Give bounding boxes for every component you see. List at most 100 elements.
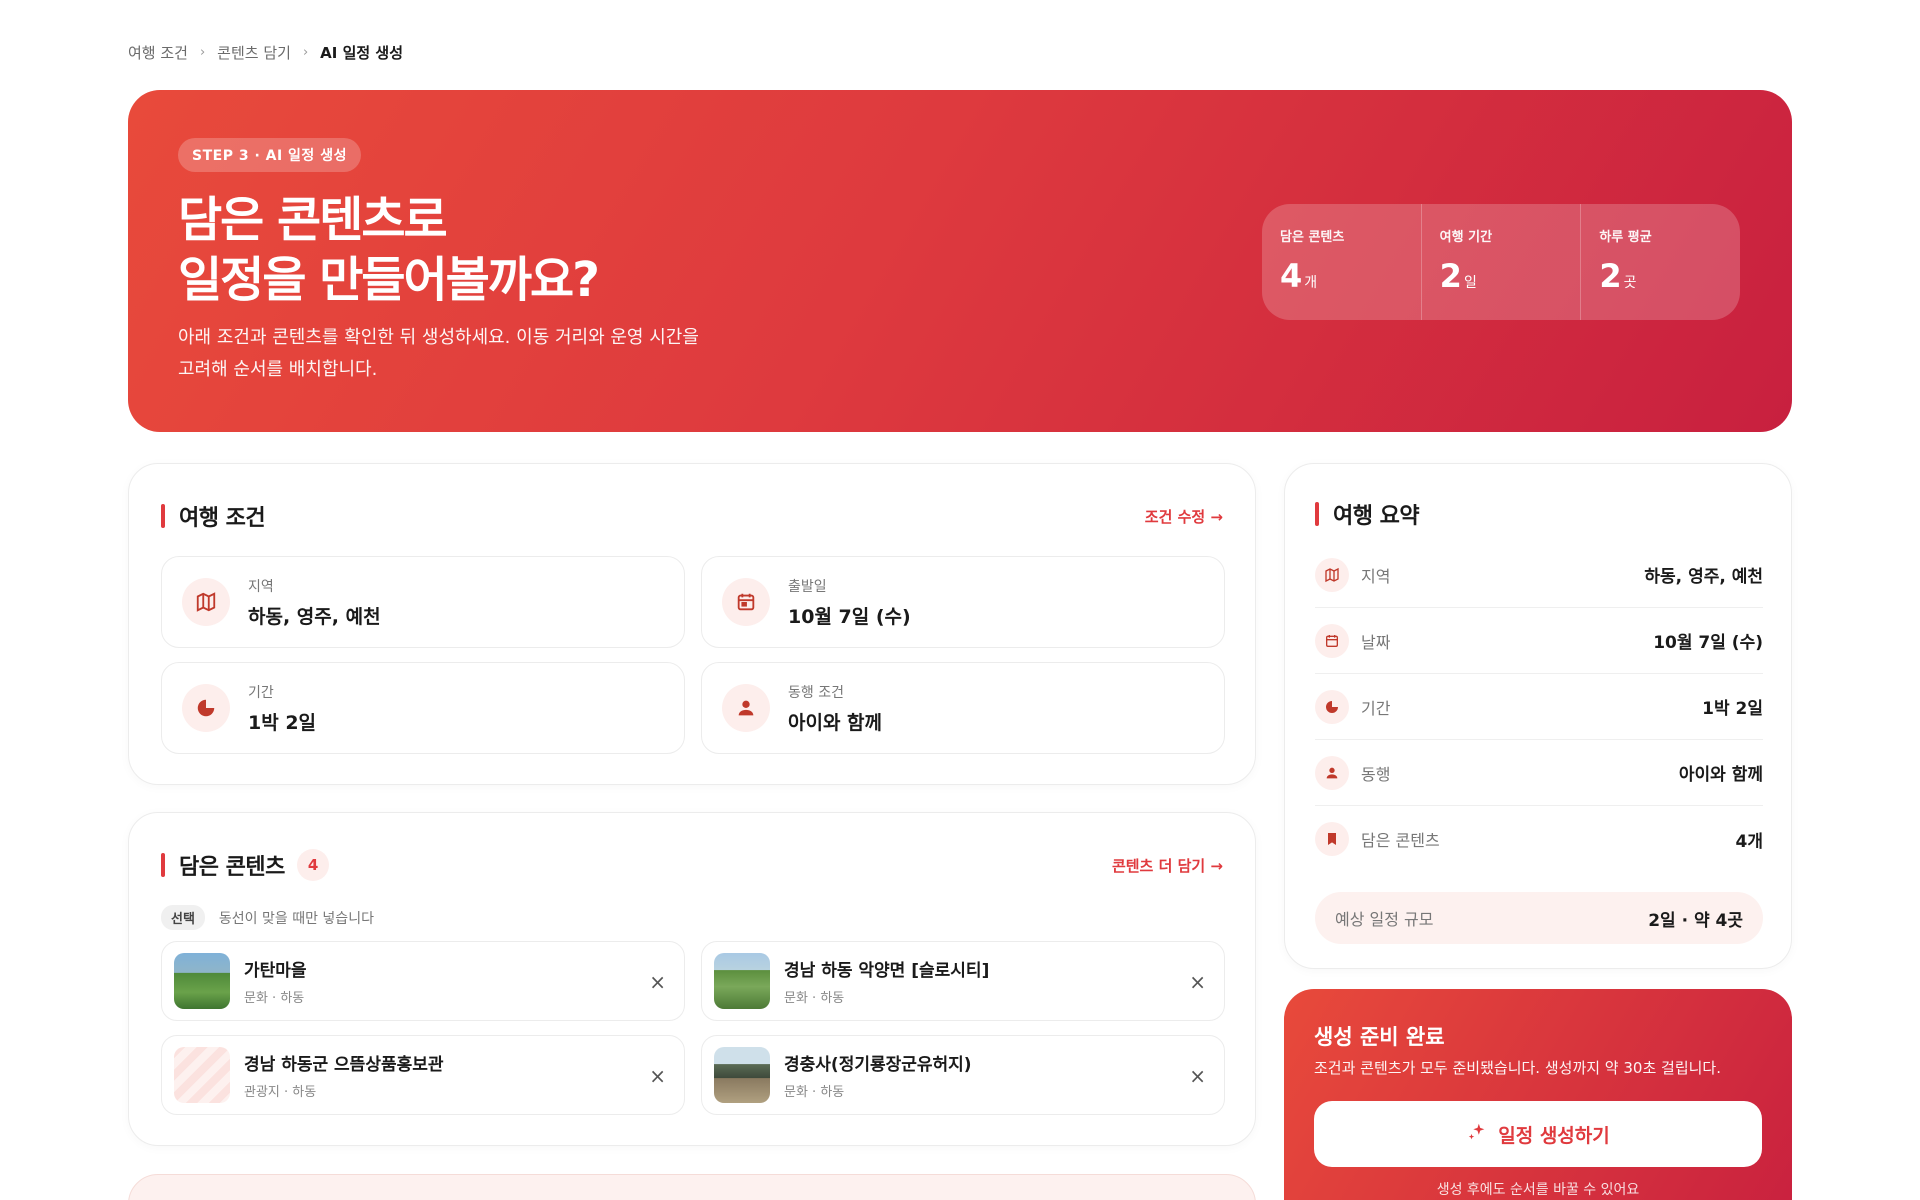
stat-daily-average: 하루 평균 2곳 — [1581, 204, 1740, 320]
breadcrumb-separator: › — [199, 45, 206, 60]
summary-value: 아이와 함께 — [1678, 765, 1763, 785]
summary-key: 기간 — [1361, 698, 1391, 718]
summary-key: 날짜 — [1361, 632, 1391, 652]
content-name: 가탄마을 — [244, 961, 307, 981]
option-text: 동선이 맞을 때만 넣습니다 — [218, 910, 374, 927]
estimated-scale: 예상 일정 규모 2일 · 약 4곳 — [1315, 892, 1763, 944]
title-accent-bar — [161, 853, 165, 877]
stat-unit: 개 — [1304, 275, 1318, 291]
map-icon — [1315, 557, 1349, 592]
summary-row-companion: 동행 아이와 함께 — [1315, 740, 1763, 806]
stat-value: 2 — [1439, 257, 1462, 295]
condition-departure: 출발일 10월 7일 (수) — [701, 556, 1225, 648]
add-more-contents-link[interactable]: 콘텐츠 더 담기 → — [1112, 855, 1223, 876]
edit-conditions-link[interactable]: 조건 수정 → — [1145, 506, 1223, 527]
option-tag: 선택 — [161, 905, 205, 930]
scale-value: 2일 · 약 4곳 — [1648, 910, 1743, 931]
section-title: 여행 조건 — [161, 500, 266, 532]
step-badge: STEP 3 · AI 일정 생성 — [178, 138, 361, 172]
title-accent-bar — [161, 504, 165, 528]
section-title: 여행 요약 — [1315, 498, 1420, 530]
map-icon — [182, 578, 230, 626]
breadcrumb-current: AI 일정 생성 — [320, 44, 403, 62]
summary-value: 1박 2일 — [1702, 699, 1763, 719]
summary-row-duration: 기간 1박 2일 — [1315, 674, 1763, 740]
ready-title: 생성 준비 완료 — [1314, 1025, 1445, 1049]
condition-value: 하동, 영주, 예천 — [248, 605, 381, 628]
content-thumbnail — [714, 953, 770, 1009]
hero-desc-line-1: 아래 조건과 콘텐츠를 확인한 뒤 생성하세요. 이동 거리와 운영 시간을 — [178, 327, 699, 348]
condition-companion: 동행 조건 아이와 함께 — [701, 662, 1225, 754]
hero-banner: STEP 3 · AI 일정 생성 담은 콘텐츠로 일정을 만들어볼까요? 아래… — [128, 90, 1792, 432]
travel-conditions-card: 여행 조건 조건 수정 → 지역 하동, 영주, 예천 출발일 10월 7일 (… — [128, 463, 1256, 785]
summary-row-date: 날짜 10월 7일 (수) — [1315, 608, 1763, 674]
stat-unit: 곳 — [1623, 275, 1637, 291]
summary-title: 여행 요약 — [1333, 504, 1420, 529]
remove-icon[interactable]: × — [649, 1064, 666, 1088]
hero-desc-line-2: 고려해 순서를 배치합니다. — [178, 359, 378, 380]
ready-note: 생성 후에도 순서를 바꿀 수 있어요 — [1436, 1182, 1640, 1198]
condition-value: 1박 2일 — [248, 711, 317, 734]
content-meta: 관광지 · 하동 — [244, 1085, 317, 1100]
summary-value: 10월 7일 (수) — [1653, 633, 1763, 653]
remove-icon[interactable]: × — [1189, 1064, 1206, 1088]
collected-contents-card: 담은 콘텐츠 4 콘텐츠 더 담기 → 선택 동선이 맞을 때만 넣습니다 가탄… — [128, 812, 1256, 1146]
stat-label: 여행 기간 — [1439, 230, 1493, 245]
stat-unit: 일 — [1463, 275, 1477, 291]
breadcrumb-collect-contents[interactable]: 콘텐츠 담기 — [217, 42, 291, 63]
content-item[interactable]: 경남 하동 악양면 [슬로시티] 문화 · 하동 × — [701, 941, 1225, 1021]
generate-itinerary-button[interactable]: 일정 생성하기 — [1314, 1101, 1762, 1167]
stat-value: 2 — [1599, 257, 1622, 295]
remove-icon[interactable]: × — [1189, 970, 1206, 994]
condition-value: 10월 7일 (수) — [788, 605, 911, 628]
clock-icon — [1315, 689, 1349, 724]
section-title: 담은 콘텐츠 4 — [161, 849, 329, 881]
person-icon — [722, 684, 770, 732]
generation-ready-card: 생성 준비 완료 조건과 콘텐츠가 모두 준비됐습니다. 생성까지 약 30초 … — [1284, 989, 1792, 1200]
content-meta: 문화 · 하동 — [244, 991, 305, 1006]
condition-label: 기간 — [248, 684, 274, 701]
bookmark-icon — [1315, 822, 1349, 856]
remove-icon[interactable]: × — [649, 970, 666, 994]
generate-button-label: 일정 생성하기 — [1498, 1124, 1610, 1147]
sparkle-icon — [1466, 1121, 1488, 1148]
summary-row-region: 지역 하동, 영주, 예천 — [1315, 542, 1763, 608]
stat-value: 4 — [1280, 257, 1303, 295]
contents-title: 담은 콘텐츠 — [179, 855, 285, 880]
hero-title-line-1: 담은 콘텐츠로 — [178, 192, 448, 248]
person-icon — [1315, 755, 1349, 790]
ready-description: 조건과 콘텐츠가 모두 준비됐습니다. 생성까지 약 30초 걸립니다. — [1314, 1059, 1722, 1077]
content-thumbnail — [714, 1047, 770, 1103]
content-item[interactable]: 경충사(정기룡장군유허지) 문화 · 하동 × — [701, 1035, 1225, 1115]
content-item[interactable]: 경남 하동군 으뜸상품홍보관 관광지 · 하동 × — [161, 1035, 685, 1115]
calendar-icon — [1315, 623, 1349, 658]
condition-label: 동행 조건 — [788, 684, 844, 701]
contents-count-badge: 4 — [296, 849, 329, 881]
content-thumbnail-placeholder — [174, 1047, 230, 1103]
condition-label: 출발일 — [788, 578, 827, 595]
summary-value: 하동, 영주, 예천 — [1644, 567, 1763, 587]
content-meta: 문화 · 하동 — [784, 991, 845, 1006]
content-meta: 문화 · 하동 — [784, 1085, 845, 1100]
next-section-card — [128, 1174, 1256, 1200]
content-name: 경충사(정기룡장군유허지) — [784, 1055, 972, 1075]
stat-label: 담은 콘텐츠 — [1280, 230, 1345, 245]
condition-region: 지역 하동, 영주, 예천 — [161, 556, 685, 648]
hero-title-line-2: 일정을 만들어볼까요? — [178, 252, 600, 308]
calendar-icon — [722, 578, 770, 626]
summary-key: 담은 콘텐츠 — [1361, 831, 1440, 850]
title-accent-bar — [1315, 502, 1319, 526]
option-hint: 선택 동선이 맞을 때만 넣습니다 — [161, 905, 374, 930]
breadcrumb-travel-conditions[interactable]: 여행 조건 — [128, 42, 188, 63]
stat-duration: 여행 기간 2일 — [1422, 204, 1582, 320]
summary-key: 동행 — [1361, 764, 1391, 784]
condition-value: 아이와 함께 — [788, 711, 883, 734]
hero-description: 아래 조건과 콘텐츠를 확인한 뒤 생성하세요. 이동 거리와 운영 시간을 고… — [178, 322, 738, 386]
breadcrumb: 여행 조건 › 콘텐츠 담기 › AI 일정 생성 — [128, 42, 403, 63]
content-item[interactable]: 가탄마을 문화 · 하동 × — [161, 941, 685, 1021]
clock-icon — [182, 684, 230, 732]
content-thumbnail — [174, 953, 230, 1009]
breadcrumb-separator: › — [302, 45, 309, 60]
hero-title: 담은 콘텐츠로 일정을 만들어볼까요? — [178, 190, 600, 310]
scale-label: 예상 일정 규모 — [1335, 910, 1434, 929]
